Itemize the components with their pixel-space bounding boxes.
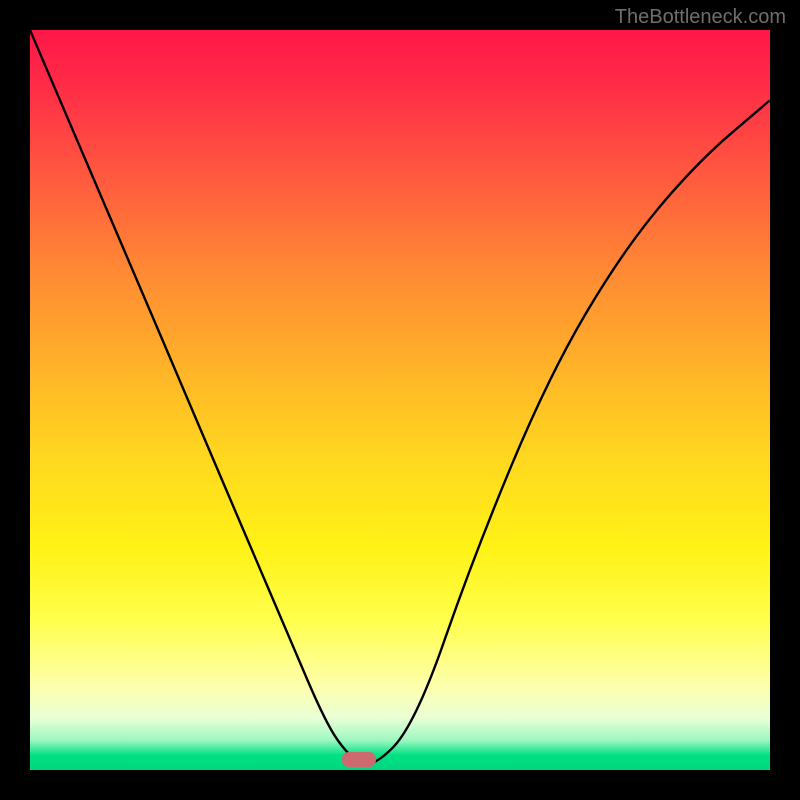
chart-plot-area bbox=[30, 30, 770, 770]
curve-path bbox=[30, 30, 770, 764]
bottleneck-curve bbox=[30, 30, 770, 770]
watermark-text: TheBottleneck.com bbox=[615, 6, 786, 29]
optimum-marker bbox=[342, 752, 376, 767]
